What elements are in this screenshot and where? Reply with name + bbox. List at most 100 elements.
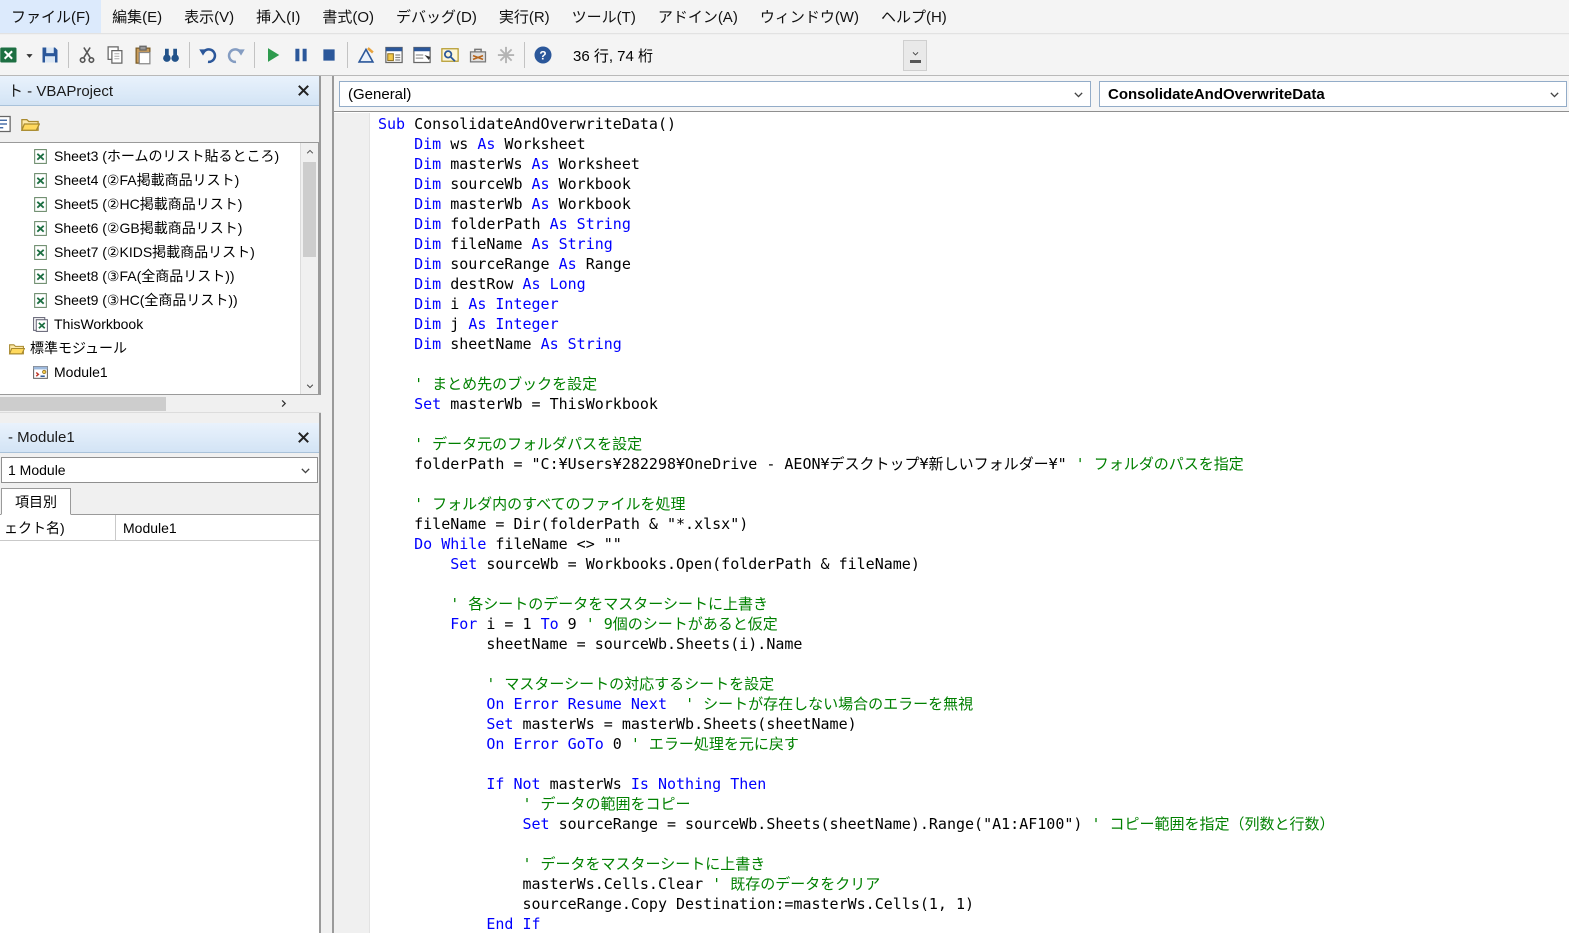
menu-item[interactable]: 実行(R) [488, 0, 561, 33]
svg-text:?: ? [539, 49, 546, 63]
chevron-right-icon [278, 398, 289, 409]
menu-bar: ファイル(F) 編集(E) 表示(V) 挿入(I) 書式(O) デバッグ(D) 実行(R) ツ… [0, 0, 1569, 34]
code-combo-row: (General) ConsolidateAndOverwriteData [334, 76, 1569, 112]
code-line: On Error Resume Next ' シートが存在しない場合のエラーを無… [486, 695, 974, 713]
run-icon [263, 45, 283, 65]
stop-button[interactable] [315, 41, 343, 69]
vertical-scroll-thumb[interactable] [303, 162, 316, 257]
tree-item[interactable]: ThisWorkbook [0, 312, 300, 336]
menu-item[interactable]: ツール(T) [561, 0, 647, 33]
paste-button[interactable] [129, 41, 157, 69]
tree-item[interactable]: Sheet3 (ホームのリスト貼るところ) [0, 144, 300, 168]
code-line: On Error GoTo 0 ' エラー処理を元に戻す [486, 735, 799, 753]
code-line: Dim folderPath As String [414, 215, 631, 233]
toolbar: ? 36 行, 74 桁 [0, 35, 1569, 76]
menu-item[interactable]: 挿入(I) [245, 0, 311, 33]
help-button[interactable]: ? [529, 41, 557, 69]
code-line: Do While fileName <> "" [414, 535, 622, 553]
menu-item[interactable]: 編集(E) [101, 0, 173, 33]
menu-item[interactable]: デバッグ(D) [385, 0, 488, 33]
module-icon [32, 364, 49, 381]
control-wizards-icon [496, 45, 516, 65]
horizontal-scroll-thumb[interactable] [0, 397, 166, 411]
code-line: Dim fileName As String [414, 235, 613, 253]
properties-title: - Module1 [8, 429, 75, 446]
procedure-dropdown[interactable]: ConsolidateAndOverwriteData [1099, 81, 1567, 107]
save-button[interactable] [36, 41, 64, 69]
scroll-down-button[interactable] [301, 377, 318, 394]
toolbar-separator [254, 42, 255, 68]
design-mode-icon [356, 45, 376, 65]
tree-item-label: Sheet7 (②KIDS掲載商品リスト) [54, 244, 255, 260]
tree-item[interactable]: Module1 [0, 360, 300, 384]
property-value[interactable]: Module1 [116, 515, 319, 540]
project-tree-horizontal-scrollbar[interactable] [0, 395, 321, 413]
code-line: End If [486, 915, 541, 933]
menu-item[interactable]: ウィンドウ(W) [749, 0, 870, 33]
properties-object-selector[interactable]: 1 Module [1, 457, 318, 483]
menu-item[interactable]: ファイル(F) [0, 0, 102, 33]
project-tree-vertical-scrollbar[interactable] [300, 143, 318, 394]
tree-item[interactable]: Sheet7 (②KIDS掲載商品リスト) [0, 240, 300, 264]
tree-item[interactable]: Sheet8 (③FA(全商品リスト)) [0, 264, 300, 288]
code-line: sheetName = sourceWb.Sheets(i).Name [378, 635, 803, 653]
tree-item-label: Sheet9 (③HC(全商品リスト)) [54, 292, 238, 308]
object-browser-button[interactable] [436, 41, 464, 69]
design-mode-button[interactable] [352, 41, 380, 69]
workbook-icon [32, 316, 49, 333]
code-line: Dim i As Integer [414, 295, 559, 313]
tree-item-label: Sheet3 (ホームのリスト貼るところ) [54, 148, 280, 164]
pause-icon [291, 45, 311, 65]
menu-item[interactable]: 書式(O) [311, 0, 385, 33]
scroll-up-button[interactable] [301, 143, 318, 160]
undo-button[interactable] [194, 41, 222, 69]
project-tree: Sheet3 (ホームのリスト貼るところ) Sheet4 (②FA掲載商品リスト)… [0, 144, 300, 394]
pause-button[interactable] [287, 41, 315, 69]
tree-item[interactable]: Sheet4 (②FA掲載商品リスト) [0, 168, 300, 192]
properties-close-button[interactable] [290, 426, 316, 450]
code-line: masterWs.Cells.Clear ' 既存のデータをクリア [378, 875, 881, 893]
code-editor[interactable]: Sub ConsolidateAndOverwriteData() Dim ws… [334, 113, 1569, 933]
sheet-icon [32, 244, 49, 261]
scroll-right-button[interactable] [273, 395, 293, 412]
view-code-button[interactable] [0, 110, 16, 138]
properties-window-icon [412, 45, 432, 65]
cursor-position-status: 36 行, 74 桁 [573, 47, 654, 65]
dropdown-caret-icon [24, 50, 35, 61]
tab-categorized[interactable]: 項目別 [1, 488, 71, 515]
copy-button[interactable] [101, 41, 129, 69]
tree-item-label: ThisWorkbook [54, 316, 144, 332]
menu-item[interactable]: アドイン(A) [647, 0, 749, 33]
code-line: folderPath = "C:¥Users¥282298¥OneDrive -… [378, 455, 1244, 473]
tree-item[interactable]: Sheet5 (②HC掲載商品リスト) [0, 192, 300, 216]
toolbar-overflow-button[interactable] [903, 40, 927, 71]
sheet-icon [32, 172, 49, 189]
redo-icon [226, 45, 246, 65]
project-explorer-close-button[interactable] [290, 79, 316, 103]
tree-item[interactable]: Sheet9 (③HC(全商品リスト)) [0, 288, 300, 312]
run-button[interactable] [259, 41, 287, 69]
toggle-folders-button[interactable] [16, 110, 44, 138]
properties-window-button[interactable] [408, 41, 436, 69]
toolbar-separator [347, 42, 348, 68]
find-button[interactable] [157, 41, 185, 69]
object-dropdown[interactable]: (General) [339, 81, 1091, 107]
toolbox-button[interactable] [464, 41, 492, 69]
project-explorer-button[interactable] [380, 41, 408, 69]
code-line: Dim masterWb As Workbook [414, 195, 631, 213]
redo-button[interactable] [222, 41, 250, 69]
menu-item[interactable]: 表示(V) [173, 0, 245, 33]
properties-titlebar: - Module1 [0, 423, 319, 453]
tree-item[interactable]: 標準モジュール [0, 336, 300, 360]
menu-item[interactable]: ヘルプ(H) [870, 0, 958, 33]
tree-item[interactable]: Sheet6 (②GB掲載商品リスト) [0, 216, 300, 240]
undo-icon [198, 45, 218, 65]
dropdown-caret-button[interactable] [23, 41, 36, 69]
cut-button[interactable] [73, 41, 101, 69]
code-line: Dim sourceWb As Workbook [414, 175, 631, 193]
excel-view-button[interactable] [0, 41, 23, 69]
control-wizards-button[interactable] [492, 41, 520, 69]
code-line: Dim j As Integer [414, 315, 559, 333]
